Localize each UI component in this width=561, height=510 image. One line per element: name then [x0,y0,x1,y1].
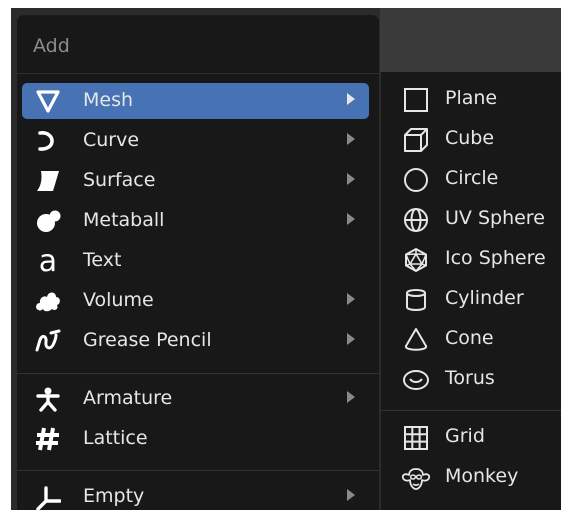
submenu-arrow-icon [347,93,355,105]
volume-icon [34,287,62,315]
menu-item-label: Metaball [83,209,165,231]
menu-item-label: Armature [83,387,173,409]
submenu-arrow-icon [347,173,355,185]
svg-text:a: a [39,247,57,275]
viewport-header-strip [380,8,561,72]
submenu-item-label: Grid [445,425,485,447]
menu-divider [17,373,379,374]
submenu-item-label: UV Sphere [445,207,545,229]
plane-icon [401,85,431,115]
mesh-icon [34,87,62,115]
cube-icon [401,125,431,155]
menu-item-armature[interactable]: Armature [22,381,369,417]
menu-item-grease-pencil[interactable]: Grease Pencil [22,323,369,359]
submenu-item-uv-sphere[interactable]: UV Sphere [381,201,561,239]
menu-item-label: Text [83,249,122,271]
menu-item-empty[interactable]: Empty [22,479,369,510]
lattice-icon [34,425,62,453]
menu-item-text[interactable]: a Text [22,243,369,279]
submenu-arrow-icon [347,293,355,305]
submenu-item-grid[interactable]: Grid [381,419,561,457]
submenu-item-cube[interactable]: Cube [381,121,561,159]
submenu-arrow-icon [347,333,355,345]
menu-item-lattice[interactable]: Lattice [22,421,369,457]
menu-title-divider [17,73,379,74]
grease-pencil-icon [34,327,62,355]
torus-icon [401,365,431,395]
submenu-arrow-icon [347,133,355,145]
metaball-icon [34,207,62,235]
menu-item-label: Volume [83,289,154,311]
menu-title: Add [33,35,70,57]
empty-icon [34,483,62,510]
submenu-item-torus[interactable]: Torus [381,361,561,399]
submenu-item-label: Cube [445,127,495,149]
submenu-item-circle[interactable]: Circle [381,161,561,199]
cone-icon [401,325,431,355]
ico-sphere-icon [401,245,431,275]
menu-item-label: Mesh [83,89,134,111]
menu-item-surface[interactable]: Surface [22,163,369,199]
menu-item-label: Grease Pencil [83,329,212,351]
submenu-item-label: Circle [445,167,499,189]
menu-item-label: Lattice [83,427,148,449]
submenu-divider [381,410,561,411]
submenu-arrow-icon [347,391,355,403]
cylinder-icon [401,285,431,315]
submenu-arrow-icon [347,489,355,501]
submenu-item-label: Cone [445,327,494,349]
curve-icon [34,127,62,155]
surface-icon [34,167,62,195]
menu-item-label: Curve [83,129,140,151]
monkey-icon [401,463,431,493]
menu-divider [17,470,379,471]
submenu-item-ico-sphere[interactable]: Ico Sphere [381,241,561,279]
submenu-item-label: Torus [445,367,495,389]
menu-item-label: Surface [83,169,156,191]
uv-sphere-icon [401,205,431,235]
submenu-item-monkey[interactable]: Monkey [381,459,561,497]
menu-item-volume[interactable]: Volume [22,283,369,319]
armature-icon [34,385,62,413]
add-menu: Add Mesh Curve Surface Metaball a Text V… [17,15,379,510]
menu-item-curve[interactable]: Curve [22,123,369,159]
grid-icon [401,423,431,453]
submenu-arrow-icon [347,213,355,225]
submenu-item-plane[interactable]: Plane [381,81,561,119]
submenu-item-label: Plane [445,87,498,109]
submenu-item-label: Cylinder [445,287,524,309]
submenu-item-label: Ico Sphere [445,247,546,269]
submenu-item-label: Monkey [445,465,519,487]
menu-item-mesh[interactable]: Mesh [22,83,369,119]
menu-item-label: Empty [83,485,145,507]
submenu-item-cone[interactable]: Cone [381,321,561,359]
text-icon: a [34,247,62,275]
menu-item-metaball[interactable]: Metaball [22,203,369,239]
mesh-submenu: Plane Cube Circle UV Sphere Ico Sphere C… [380,72,561,510]
circle-icon [401,165,431,195]
submenu-item-cylinder[interactable]: Cylinder [381,281,561,319]
